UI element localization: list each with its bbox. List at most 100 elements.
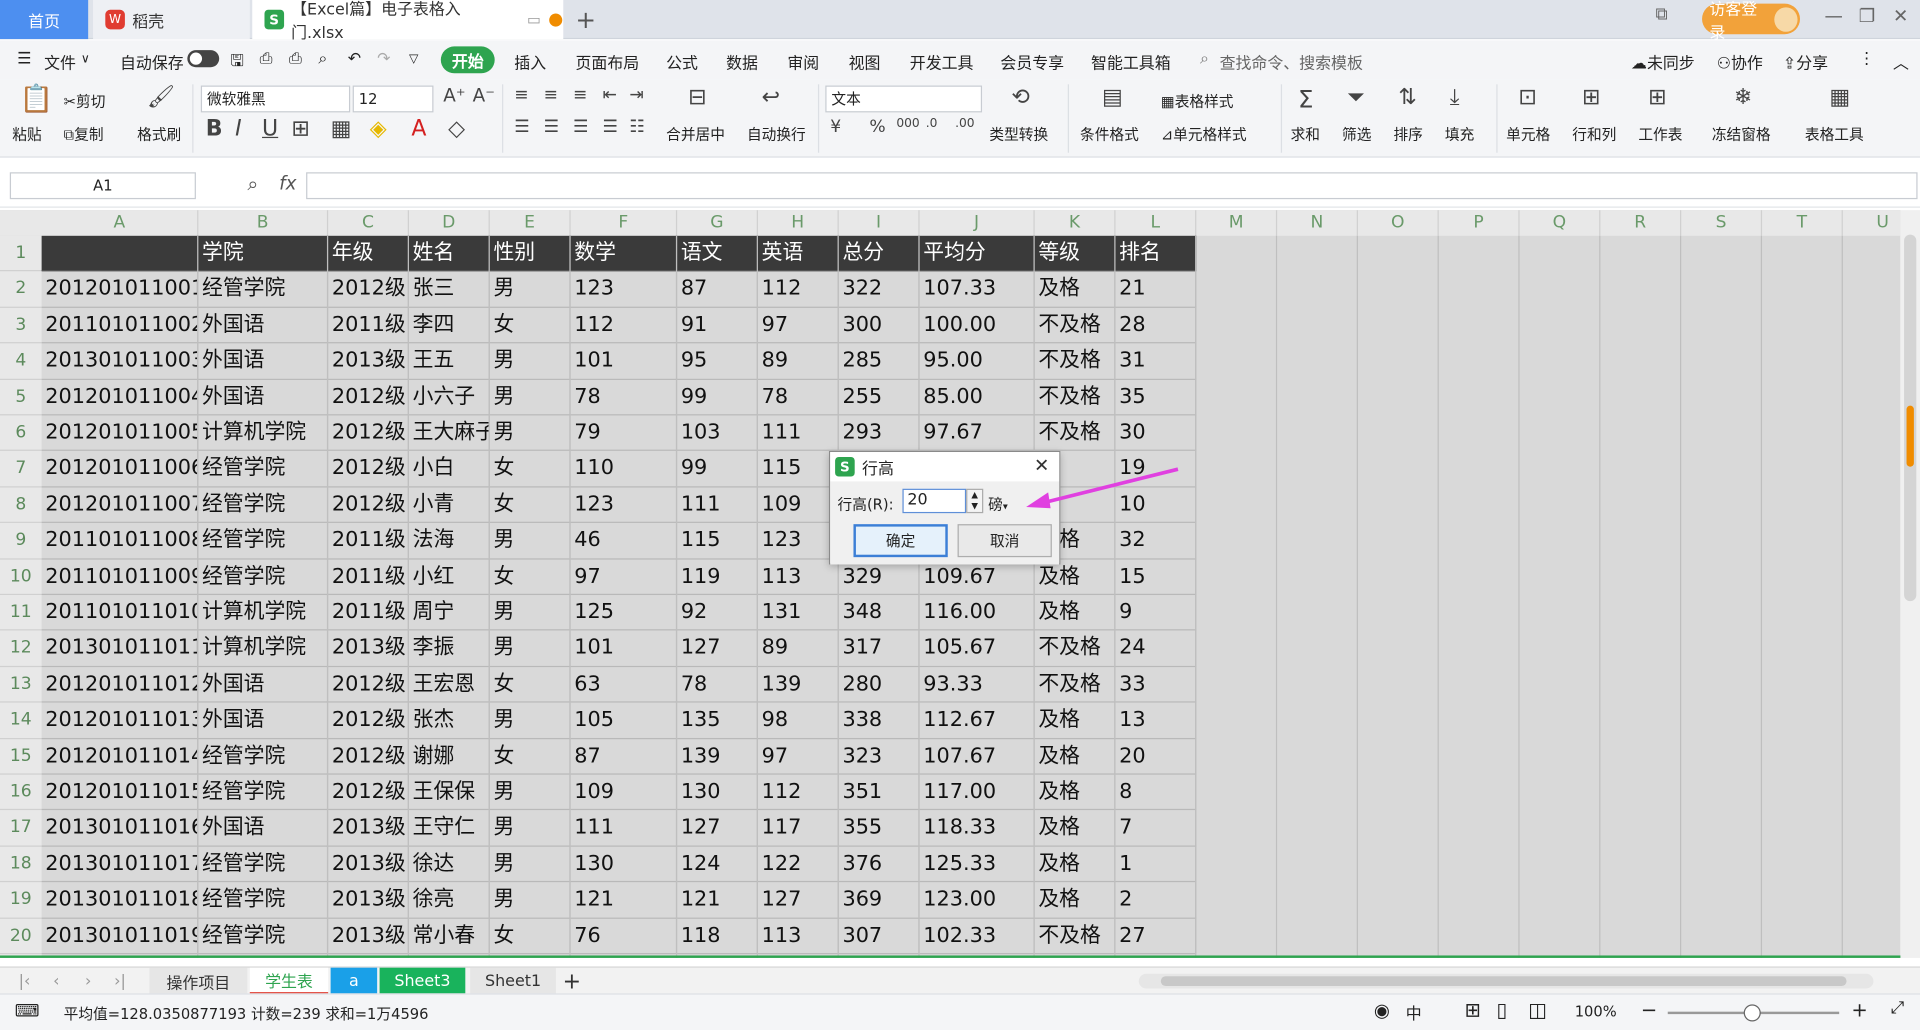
paste-icon[interactable]: 📋: [20, 86, 54, 114]
column-header-i[interactable]: I: [839, 210, 920, 236]
table-cell[interactable]: 经管学院: [198, 918, 329, 955]
table-cell[interactable]: 113: [757, 559, 839, 596]
table-cell[interactable]: 外国语: [198, 307, 329, 344]
table-header-cell[interactable]: 性别: [489, 235, 571, 272]
column-header-g[interactable]: G: [677, 210, 758, 236]
table-cell[interactable]: 2012级: [328, 702, 409, 739]
table-cell[interactable]: 15: [1115, 559, 1197, 596]
zoom-in-icon[interactable]: +: [1851, 998, 1867, 1021]
eye-protection-icon[interactable]: ◉: [1374, 999, 1390, 1021]
column-header-f[interactable]: F: [571, 210, 678, 236]
sort-icon[interactable]: ⇅: [1398, 86, 1416, 109]
table-cell[interactable]: 109: [570, 774, 678, 811]
column-header-m[interactable]: M: [1196, 210, 1278, 236]
table-cell[interactable]: 131: [757, 595, 839, 631]
zoom-slider-handle[interactable]: [1743, 1004, 1761, 1022]
table-cell[interactable]: 周宁: [408, 595, 490, 631]
table-cell[interactable]: 经管学院: [198, 559, 329, 596]
align-top-icon[interactable]: ≡: [514, 87, 528, 104]
table-cell[interactable]: 24: [1115, 630, 1197, 667]
table-cell[interactable]: 317: [838, 630, 920, 667]
table-cell[interactable]: 2013级: [328, 630, 409, 667]
table-cell[interactable]: 徐亮: [408, 882, 490, 919]
table-cell[interactable]: 105: [570, 702, 678, 739]
table-cell[interactable]: 30: [1115, 415, 1197, 452]
command-search-input[interactable]: 查找命令、搜索模板: [1220, 50, 1363, 73]
table-cell[interactable]: 13: [1115, 702, 1197, 739]
formula-input[interactable]: [306, 172, 1918, 200]
table-cell[interactable]: 2012级: [328, 271, 409, 308]
table-cell[interactable]: 127: [677, 630, 758, 667]
row-col-icon[interactable]: ⊞: [1582, 86, 1600, 109]
table-cell[interactable]: 201301011003: [41, 343, 199, 380]
table-cell[interactable]: 及格: [1034, 846, 1116, 883]
column-header-r[interactable]: R: [1600, 210, 1682, 236]
column-header-b[interactable]: B: [198, 210, 329, 236]
unsynced-button[interactable]: ☁未同步: [1631, 50, 1695, 73]
underline-icon[interactable]: U: [262, 118, 278, 141]
table-cell[interactable]: 2: [1115, 882, 1197, 919]
table-cell[interactable]: 经管学院: [198, 774, 329, 811]
table-cell[interactable]: 85.00: [919, 379, 1035, 416]
table-cell[interactable]: 男: [489, 523, 571, 560]
table-cell[interactable]: 123: [570, 271, 678, 308]
table-cell[interactable]: 118: [677, 918, 758, 955]
table-cell[interactable]: 徐达: [408, 846, 490, 883]
table-cell[interactable]: 323: [838, 738, 920, 775]
table-cell[interactable]: 115: [757, 451, 839, 488]
table-cell[interactable]: 2013级: [328, 343, 409, 380]
table-cell[interactable]: 89: [757, 343, 839, 380]
table-cell[interactable]: 女: [489, 451, 571, 488]
align-middle-icon[interactable]: ≡: [544, 87, 558, 104]
table-cell[interactable]: 300: [838, 307, 920, 344]
table-cell[interactable]: 123.00: [919, 882, 1035, 919]
name-box[interactable]: A1: [9, 172, 196, 200]
table-cell[interactable]: 小白: [408, 451, 490, 488]
table-cell[interactable]: 111: [757, 415, 839, 452]
format-painter-icon[interactable]: 🖌: [147, 86, 175, 109]
table-cell[interactable]: 经管学院: [198, 271, 329, 308]
column-header-h[interactable]: H: [758, 210, 839, 236]
table-cell[interactable]: 男: [489, 702, 571, 739]
table-cell[interactable]: 93.33: [919, 666, 1035, 703]
table-cell[interactable]: 95.00: [919, 343, 1035, 380]
row-header-11[interactable]: 11: [0, 595, 42, 631]
add-sheet-icon[interactable]: +: [561, 968, 583, 995]
table-cell[interactable]: 78: [677, 666, 758, 703]
table-cell[interactable]: 111: [570, 810, 678, 847]
table-cell[interactable]: 2012级: [328, 379, 409, 416]
table-cell[interactable]: 97: [757, 307, 839, 344]
table-cell[interactable]: 103: [677, 415, 758, 452]
menu-tab-member[interactable]: 会员专享: [1000, 50, 1064, 73]
table-cell[interactable]: 35: [1115, 379, 1197, 416]
table-cell[interactable]: 201201011004: [41, 379, 199, 416]
save-icon[interactable]: 🖫: [230, 50, 244, 77]
print-icon[interactable]: ⎙: [289, 50, 302, 68]
cancel-button[interactable]: 取消: [957, 524, 1052, 558]
menu-tab-view[interactable]: 视图: [849, 50, 881, 73]
decrease-font-icon[interactable]: A⁻: [473, 86, 495, 105]
align-right-icon[interactable]: ☰: [573, 119, 588, 136]
table-cell[interactable]: 105.67: [919, 630, 1035, 667]
sort-button[interactable]: 排序: [1393, 123, 1422, 144]
table-cell[interactable]: 121: [677, 882, 758, 919]
fill-format-icon[interactable]: ▦: [331, 118, 352, 141]
ok-button[interactable]: 确定: [853, 524, 948, 558]
sheet-tab-sheet3[interactable]: Sheet3: [379, 967, 466, 995]
table-cell[interactable]: 201301011016: [41, 810, 199, 847]
align-bottom-icon[interactable]: ≡: [573, 87, 587, 104]
sheet-tab-sheet1[interactable]: Sheet1: [470, 967, 556, 995]
table-cell[interactable]: 115: [677, 523, 758, 560]
table-cell[interactable]: 常小春: [408, 918, 490, 955]
table-cell[interactable]: 201201011015: [41, 774, 199, 811]
table-cell[interactable]: 不及格: [1034, 415, 1116, 452]
table-cell[interactable]: 130: [677, 774, 758, 811]
column-header-e[interactable]: E: [490, 210, 571, 236]
page-break-view-icon[interactable]: ◫: [1528, 998, 1547, 1021]
tab-daoke[interactable]: W 稻壳: [93, 0, 250, 40]
table-cell[interactable]: 谢娜: [408, 738, 490, 775]
clear-icon[interactable]: ◇: [448, 118, 465, 141]
spinner-down-icon[interactable]: ▼: [971, 501, 978, 511]
table-tools-button[interactable]: 表格工具: [1805, 123, 1864, 144]
table-cell[interactable]: 112: [757, 774, 839, 811]
